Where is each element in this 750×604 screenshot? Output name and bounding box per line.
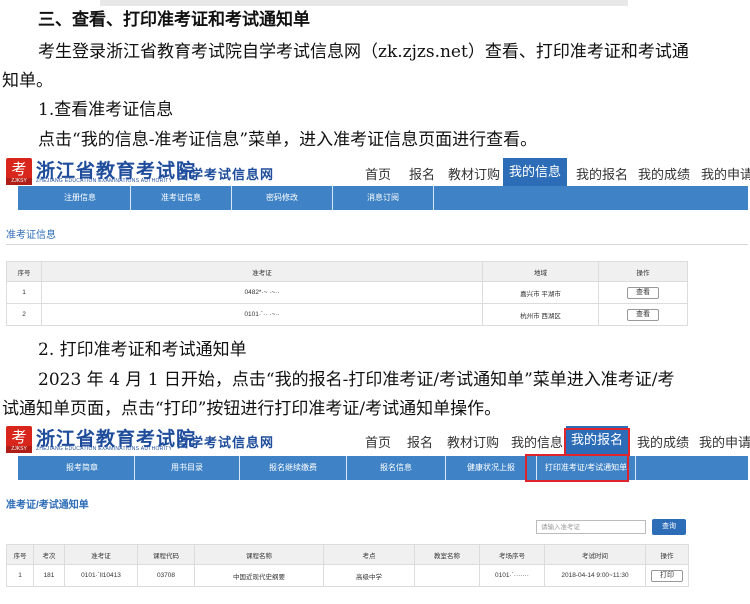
nav-my-scores[interactable]: 我的成绩 — [637, 432, 689, 451]
view-button[interactable]: 查看 — [627, 286, 659, 299]
col-course-code: 课程代码 — [137, 544, 195, 565]
col-no: 序号 — [6, 544, 34, 565]
sub-nav: 注册信息 准考证信息 密码修改 消息订阅 — [18, 186, 748, 210]
subnav-registration-info[interactable]: 报名信息 — [347, 456, 446, 480]
nav-my-info[interactable]: 我的信息 — [511, 432, 563, 451]
view-button[interactable]: 查看 — [627, 308, 659, 321]
step2-text-2: 试通知单页面，点击“打印”按钮进行打印准考证/考试通知单操作。 — [2, 399, 502, 419]
cell-ticket: 0482*·~ ·~·· — [41, 281, 483, 304]
ticket-table: 序号 考次 准考证 课程代码 课程名称 考点 教室名称 考场序号 考试时间 操作… — [6, 544, 689, 587]
subnav-ticket-info[interactable]: 准考证信息 — [131, 186, 232, 210]
col-seat: 考场序号 — [479, 544, 545, 565]
nav-home[interactable]: 首页 — [365, 164, 391, 183]
search-input[interactable]: 请输入准考证 — [536, 520, 646, 534]
step2-heading: 2. 打印准考证和考试通知单 — [38, 340, 247, 360]
cell-room — [414, 564, 480, 587]
nav-my-scores[interactable]: 我的成绩 — [638, 164, 690, 183]
sub-nav: 报考简章 用书目录 报名继续缴费 报名信息 健康状况上报 打印准考证/考试通知单 — [18, 456, 748, 480]
screenshot-my-info: 考 ZJKSY 浙江省教育考试院 ZHEJIANG EDUCATION EXAM… — [6, 158, 750, 328]
cell-action: 查看 — [598, 281, 688, 304]
logo-sub: ZJKSY — [6, 446, 32, 453]
print-button[interactable]: 打印 — [651, 569, 683, 582]
site-header: 考 ZJKSY 浙江省教育考试院 ZHEJIANG EDUCATION EXAM… — [6, 426, 750, 454]
nav-my-info[interactable]: 我的信息 — [503, 158, 567, 186]
site-logo: 考 ZJKSY — [6, 426, 36, 453]
col-action: 操作 — [645, 544, 689, 565]
col-no: 序号 — [6, 261, 42, 282]
main-nav: 首页 报名 教材订购 我的信息 我的报名 我的成绩 我的申请 — [361, 426, 750, 454]
cell-course-code: 03708 — [137, 564, 195, 587]
logo-sub: ZJKSY — [6, 178, 32, 185]
cell-no: 2 — [6, 303, 42, 326]
highlight-my-registration — [564, 428, 630, 456]
col-region: 地域 — [482, 261, 599, 282]
cell-exam-time: 2018-04-14 9:00~11:30 — [544, 564, 646, 587]
table-row: 1 181 0101·´ll10413 03708 中国近现代史纲要 高级中学 … — [6, 564, 689, 587]
cell-region: 杭州市 西湖区 — [482, 303, 599, 326]
cell-seat: 0101·´······· — [479, 564, 545, 587]
subnav-exam-guide[interactable]: 报考简章 — [30, 456, 135, 480]
cell-ticket: 0101·´ll10413 — [64, 564, 138, 587]
col-ticket: 准考证 — [41, 261, 483, 282]
col-room: 教室名称 — [414, 544, 480, 565]
nav-register[interactable]: 报名 — [407, 432, 433, 451]
top-edge-bar — [100, 0, 628, 6]
cell-exam-site: 高级中学 — [323, 564, 415, 587]
table-header-row: 序号 准考证 地域 操作 — [6, 261, 688, 282]
subnav-message-subscribe[interactable]: 消息订阅 — [333, 186, 434, 210]
cell-action: 查看 — [598, 303, 688, 326]
cell-ticket: 0101·´·· ·~·· — [41, 303, 483, 326]
ticket-table: 序号 准考证 地域 操作 1 0482*·~ ·~·· 嘉兴市 平湖市 查看 2… — [6, 261, 688, 326]
nav-my-registration[interactable]: 我的报名 — [576, 164, 628, 183]
col-action: 操作 — [598, 261, 688, 282]
intro-line-2: 知单。 — [2, 71, 53, 91]
col-session: 考次 — [33, 544, 65, 565]
page-title: 准考证信息 — [6, 230, 56, 241]
nav-home[interactable]: 首页 — [365, 432, 391, 451]
site-logo: 考 ZJKSY — [6, 158, 36, 185]
highlight-print-ticket — [525, 454, 629, 482]
page-title: 准考证/考试通知单 — [6, 500, 89, 511]
cell-no: 1 — [6, 281, 42, 304]
subnav-password-change[interactable]: 密码修改 — [232, 186, 333, 210]
cell-course-name: 中国近现代史纲要 — [194, 564, 324, 587]
site-name-en: ZHEJIANG EDUCATION EXAMINATIONS AUTHORIT… — [36, 446, 173, 452]
cell-action: 打印 — [645, 564, 689, 587]
cell-no: 1 — [6, 564, 34, 587]
col-ticket: 准考证 — [64, 544, 138, 565]
section-heading: 三、查看、打印准考证和考试通知单 — [38, 10, 310, 30]
cell-region: 嘉兴市 平湖市 — [482, 281, 599, 304]
intro-line-1: 考生登录浙江省教育考试院自学考试信息网（zk.zjzs.net）查看、打印准考证… — [38, 42, 689, 62]
site-name-en: ZHEJIANG EDUCATION EXAMINATIONS AUTHORIT… — [36, 178, 173, 184]
subnav-continue-payment[interactable]: 报名继续缴费 — [240, 456, 347, 480]
nav-textbook[interactable]: 教材订购 — [447, 432, 499, 451]
nav-my-applications[interactable]: 我的申请 — [701, 164, 750, 183]
nav-textbook[interactable]: 教材订购 — [448, 164, 500, 183]
step1-heading: 1.查看准考证信息 — [38, 100, 174, 120]
table-row: 1 0482*·~ ·~·· 嘉兴市 平湖市 查看 — [6, 281, 688, 304]
col-exam-time: 考试时间 — [544, 544, 646, 565]
nav-my-applications[interactable]: 我的申请 — [699, 432, 750, 451]
col-course-name: 课程名称 — [194, 544, 324, 565]
search-button[interactable]: 查询 — [652, 519, 686, 535]
subnav-book-catalog[interactable]: 用书目录 — [135, 456, 240, 480]
subnav-registration-info[interactable]: 注册信息 — [30, 186, 131, 210]
title-divider — [6, 244, 748, 245]
table-row: 2 0101·´·· ·~·· 杭州市 西湖区 查看 — [6, 303, 688, 326]
col-exam-site: 考点 — [323, 544, 415, 565]
screenshot-my-registration: 考 ZJKSY 浙江省教育考试院 ZHEJIANG EDUCATION EXAM… — [6, 426, 750, 602]
step1-text: 点击“我的信息-准考证信息”菜单，进入准考证信息页面进行查看。 — [38, 130, 538, 150]
subnav-health-report[interactable]: 健康状况上报 — [446, 456, 537, 480]
step2-text-1: 2023 年 4 月 1 日开始，点击“我的报名-打印准考证/考试通知单”菜单进… — [38, 370, 675, 390]
cell-session: 181 — [33, 564, 65, 587]
main-nav: 首页 报名 教材订购 我的信息 我的报名 我的成绩 我的申请 — [361, 158, 750, 186]
site-slogan: 自学考试信息网 — [176, 167, 275, 182]
nav-register[interactable]: 报名 — [409, 164, 435, 183]
site-header: 考 ZJKSY 浙江省教育考试院 ZHEJIANG EDUCATION EXAM… — [6, 158, 750, 186]
table-header-row: 序号 考次 准考证 课程代码 课程名称 考点 教室名称 考场序号 考试时间 操作 — [6, 544, 689, 565]
site-slogan: 自学考试信息网 — [176, 435, 275, 450]
